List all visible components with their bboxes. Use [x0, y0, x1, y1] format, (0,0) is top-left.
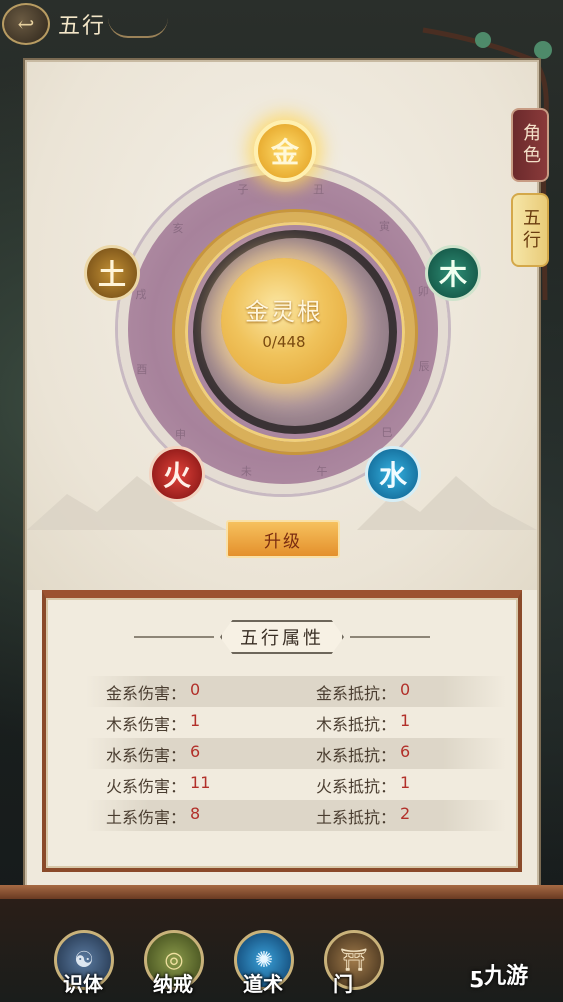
zodiac-glyph: 申 [174, 428, 186, 442]
damage-label: 火系伤害： [106, 776, 187, 796]
damage-label: 木系伤害： [106, 714, 187, 734]
damage-value: 1 [190, 710, 201, 730]
attributes-panel: 五行属性 金系伤害： 0 金系抵抗： 0 木系伤害： 1 木系抵抗： 1 水系伤害： 6 … [42, 590, 522, 872]
title-swirl-ornament [108, 18, 168, 38]
nav-sect-label: 门 [333, 972, 353, 996]
zodiac-glyph: 亥 [172, 221, 184, 235]
element-earth-button[interactable]: 土 [84, 245, 140, 301]
damage-value: 8 [190, 803, 201, 823]
damage-value: 11 [190, 772, 211, 792]
resist-value: 0 [400, 679, 411, 699]
watermark-text: 九游 [484, 964, 529, 989]
zodiac-glyph: 寅 [379, 219, 390, 233]
damage-value: 6 [190, 741, 201, 761]
page-title: 五行 [58, 14, 107, 39]
tab-role[interactable]: 角色 [511, 108, 549, 182]
resist-label: 水系抵抗： [316, 745, 397, 765]
resist-label: 火系抵抗： [316, 776, 397, 796]
zodiac-glyph: 子 [237, 183, 249, 197]
spirit-root-progress: 0/448 [262, 332, 306, 351]
resist-value: 6 [400, 741, 411, 761]
zodiac-glyph: 酉 [136, 363, 148, 377]
element-metal-button[interactable]: 金 [254, 120, 316, 182]
divider-left [134, 636, 214, 638]
element-earth-label: 土 [97, 258, 126, 291]
element-wood-button[interactable]: 木 [425, 245, 481, 301]
attributes-header: 五行属性 [46, 620, 518, 654]
zodiac-glyph: 巳 [381, 426, 393, 439]
attribute-row: 金系伤害： 0 金系抵抗： 0 [86, 676, 506, 707]
attributes-table: 金系伤害： 0 金系抵抗： 0 木系伤害： 1 木系抵抗： 1 水系伤害： 6 水系抵抗：… [86, 676, 506, 831]
wheel-area: 丑寅卯辰巳午未申酉戌亥子 金灵根 0/448 金 木 水 火 土 升级 [27, 62, 537, 590]
element-metal-label: 金 [270, 136, 299, 169]
damage-label: 土系伤害： [106, 807, 187, 827]
tab-five-elements-label: 五行 [520, 208, 541, 252]
back-button[interactable]: ↩ [2, 3, 50, 45]
attribute-row: 土系伤害： 8 土系抵抗： 2 [86, 800, 506, 831]
resist-label: 木系抵抗： [316, 714, 397, 734]
zodiac-glyph: 午 [316, 464, 328, 478]
attributes-title: 五行属性 [220, 620, 344, 654]
tab-role-label: 角色 [520, 123, 541, 167]
resist-label: 土系抵抗： [316, 807, 397, 827]
resist-value: 1 [400, 772, 411, 792]
tab-five-elements[interactable]: 五行 [511, 193, 549, 267]
attribute-row: 木系伤害： 1 木系抵抗： 1 [86, 707, 506, 738]
nav-spell-label: 道术 [243, 972, 283, 996]
main-panel: 丑寅卯辰巳午未申酉戌亥子 金灵根 0/448 金 木 水 火 土 升级 五行属性 [25, 60, 539, 890]
nav-ring-label: 纳戒 [153, 972, 193, 996]
resist-value: 1 [400, 710, 411, 730]
damage-label: 金系伤害： [106, 683, 187, 703]
zodiac-glyph: 戌 [135, 287, 147, 301]
element-water-button[interactable]: 水 [365, 446, 421, 502]
damage-label: 水系伤害： [106, 745, 187, 765]
spirit-root-name: 金灵根 [245, 297, 323, 326]
element-fire-button[interactable]: 火 [149, 446, 205, 502]
element-wood-label: 木 [438, 258, 467, 291]
damage-value: 0 [190, 679, 201, 699]
divider-right [350, 636, 430, 638]
upgrade-button[interactable]: 升级 [226, 520, 340, 558]
watermark-logo: ƽ九游 [470, 958, 528, 990]
zodiac-glyph: 未 [240, 465, 252, 479]
spirit-root-core[interactable]: 金灵根 0/448 [221, 258, 347, 384]
attribute-row: 水系伤害： 6 水系抵抗： 6 [86, 738, 506, 769]
zodiac-glyph: 辰 [418, 360, 430, 374]
zodiac-glyph: 丑 [313, 182, 325, 196]
resist-value: 2 [400, 803, 411, 823]
resist-label: 金系抵抗： [316, 683, 397, 703]
watermark-icon: ƽ [470, 964, 485, 989]
element-fire-label: 火 [162, 459, 191, 492]
nav-body-label: 识体 [63, 972, 103, 996]
attribute-row: 火系伤害： 11 火系抵抗： 1 [86, 769, 506, 800]
back-arrow-icon: ↩ [17, 12, 35, 36]
element-water-label: 水 [378, 459, 407, 492]
bottom-nav-trim [0, 885, 563, 899]
